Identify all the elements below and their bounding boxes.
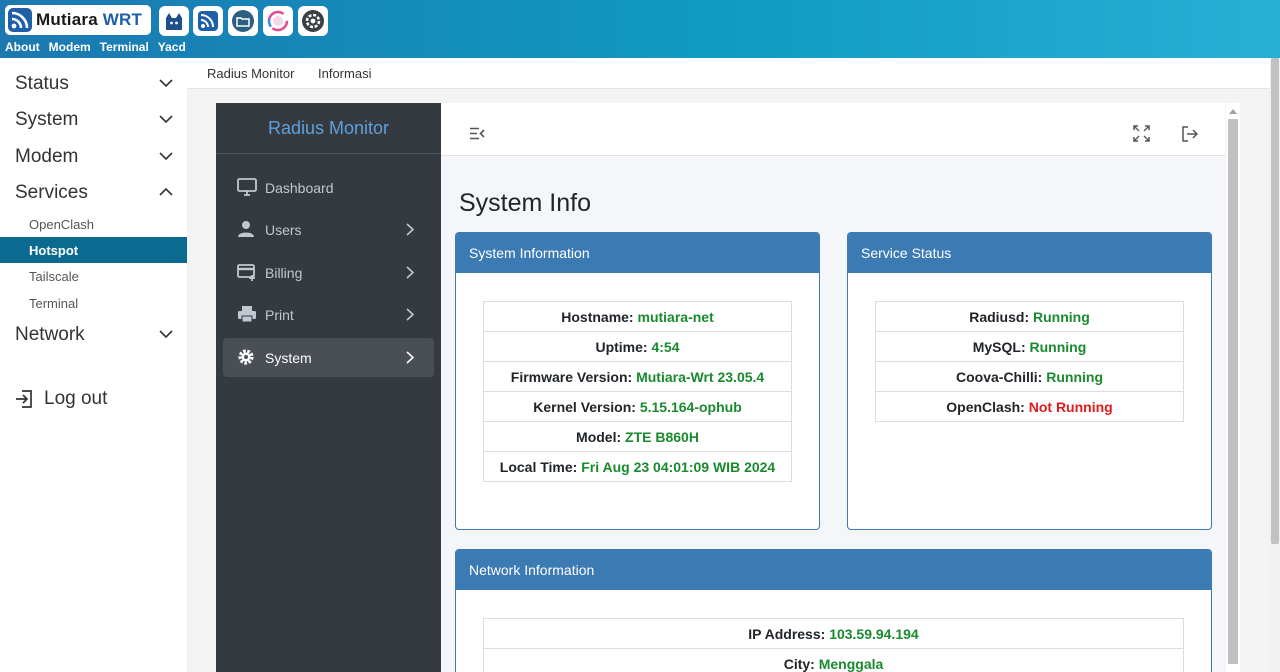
chevron-right-icon [406, 308, 414, 321]
scrollbar-thumb[interactable] [1271, 58, 1279, 544]
table-row: Radiusd: Running [875, 301, 1184, 332]
table-row: City: Menggala [483, 648, 1184, 672]
table-row: Kernel Version: 5.15.164-ophub [483, 391, 792, 422]
about-link[interactable]: About [5, 40, 40, 54]
menu-toggle-icon[interactable] [469, 127, 485, 140]
yacd-link[interactable]: Yacd [158, 40, 186, 54]
table-row: IP Address: 103.59.94.194 [483, 618, 1184, 649]
top-header: Mutiara WRT About Modem Terminal Yacd [0, 0, 1280, 58]
status-badge: Running [1033, 308, 1090, 325]
sidebar-item-hotspot[interactable]: Hotspot [0, 237, 187, 263]
network-information-card: Network Information IP Address: 103.59.9… [455, 549, 1212, 672]
printer-icon [238, 306, 256, 323]
tab-informasi[interactable]: Informasi [318, 66, 371, 81]
service-status-card: Service Status Radiusd: Running MySQL: R… [847, 232, 1212, 530]
scroll-up-arrow-icon[interactable] [1229, 108, 1237, 114]
chevron-down-icon [159, 79, 173, 88]
table-row: Model: ZTE B860H [483, 421, 792, 452]
chevron-down-icon [159, 115, 173, 124]
menu-item-print[interactable]: Print [223, 295, 434, 334]
status-badge: Not Running [1028, 398, 1113, 415]
system-info-table: Hostname: mutiara-net Uptime: 4:54 Firmw… [483, 301, 792, 482]
status-badge: Running [1029, 338, 1087, 355]
card-title: Service Status [848, 233, 1211, 273]
radius-monitor-content: System Info System Information Hostname:… [441, 103, 1225, 672]
sidebar-group-modem[interactable]: Modem [0, 142, 187, 172]
user-icon [238, 221, 254, 237]
folder-icon[interactable] [228, 6, 258, 36]
main-sidebar: Status System Modem Services OpenClash H… [0, 58, 187, 672]
service-status-table: Radiusd: Running MySQL: Running Coova-Ch… [875, 301, 1184, 422]
sidebar-group-system[interactable]: System [0, 105, 187, 135]
desktop-icon [237, 178, 257, 196]
menu-item-system[interactable]: System [223, 338, 434, 377]
network-info-table: IP Address: 103.59.94.194 City: Menggala [483, 618, 1184, 672]
header-links: About Modem Terminal Yacd [5, 40, 186, 54]
modem-link[interactable]: Modem [49, 40, 91, 54]
chevron-right-icon [406, 266, 414, 279]
fullscreen-icon[interactable] [1133, 125, 1150, 142]
signout-icon[interactable] [1181, 126, 1198, 142]
sidebar-group-network[interactable]: Network [0, 320, 187, 350]
table-row: MySQL: Running [875, 331, 1184, 362]
tab-radius-monitor[interactable]: Radius Monitor [207, 66, 294, 81]
settings-icon[interactable] [298, 6, 328, 36]
logout-icon [16, 390, 32, 408]
sidebar-group-services[interactable]: Services [0, 178, 187, 208]
table-row: Coova-Chilli: Running [875, 361, 1184, 392]
chevron-right-icon [406, 351, 414, 364]
table-row: Firmware Version: Mutiara-Wrt 23.05.4 [483, 361, 792, 392]
scrollbar-thumb[interactable] [1228, 119, 1238, 664]
content-tabs: Radius Monitor Informasi [187, 58, 1270, 89]
logout-button[interactable]: Log out [14, 388, 107, 410]
table-row: Local Time: Fri Aug 23 04:01:09 WIB 2024 [483, 451, 792, 482]
card-title: Network Information [456, 550, 1211, 590]
table-row: OpenClash: Not Running [875, 391, 1184, 422]
sidebar-group-status[interactable]: Status [0, 69, 187, 99]
page-scrollbar[interactable] [1270, 58, 1280, 672]
menu-item-billing[interactable]: Billing [223, 253, 434, 292]
sidebar-item-terminal[interactable]: Terminal [0, 290, 187, 316]
chevron-right-icon [406, 223, 414, 236]
brand-logo[interactable]: Mutiara WRT [5, 5, 151, 35]
wifi-logo-icon [8, 8, 32, 32]
billing-icon [237, 264, 255, 281]
card-title: System Information [456, 233, 819, 273]
table-row: Uptime: 4:54 [483, 331, 792, 362]
system-information-card: System Information Hostname: mutiara-net… [455, 232, 820, 530]
openclash-cat-icon[interactable] [159, 6, 189, 36]
app-title[interactable]: Radius Monitor [216, 103, 441, 154]
menu-item-dashboard[interactable]: Dashboard [223, 168, 434, 207]
rss-feed-icon[interactable] [193, 6, 223, 36]
menu-item-users[interactable]: Users [223, 210, 434, 249]
content-scrollbar[interactable] [1226, 103, 1240, 672]
chevron-down-icon [159, 330, 173, 339]
monitor-ring-icon[interactable] [263, 6, 293, 36]
gear-icon [238, 349, 254, 365]
table-row: Hostname: mutiara-net [483, 301, 792, 332]
page-title: System Info [459, 189, 591, 217]
sidebar-item-tailscale[interactable]: Tailscale [0, 263, 187, 289]
brand-name: Mutiara WRT [36, 10, 143, 29]
sidebar-item-openclash[interactable]: OpenClash [0, 211, 187, 237]
chevron-up-icon [159, 187, 173, 196]
app-top-navbar [441, 103, 1225, 156]
chevron-down-icon [159, 152, 173, 161]
status-badge: Running [1046, 368, 1103, 385]
radius-monitor-sidebar: Radius Monitor Dashboard Users Billing P… [216, 103, 441, 672]
terminal-link[interactable]: Terminal [100, 40, 149, 54]
